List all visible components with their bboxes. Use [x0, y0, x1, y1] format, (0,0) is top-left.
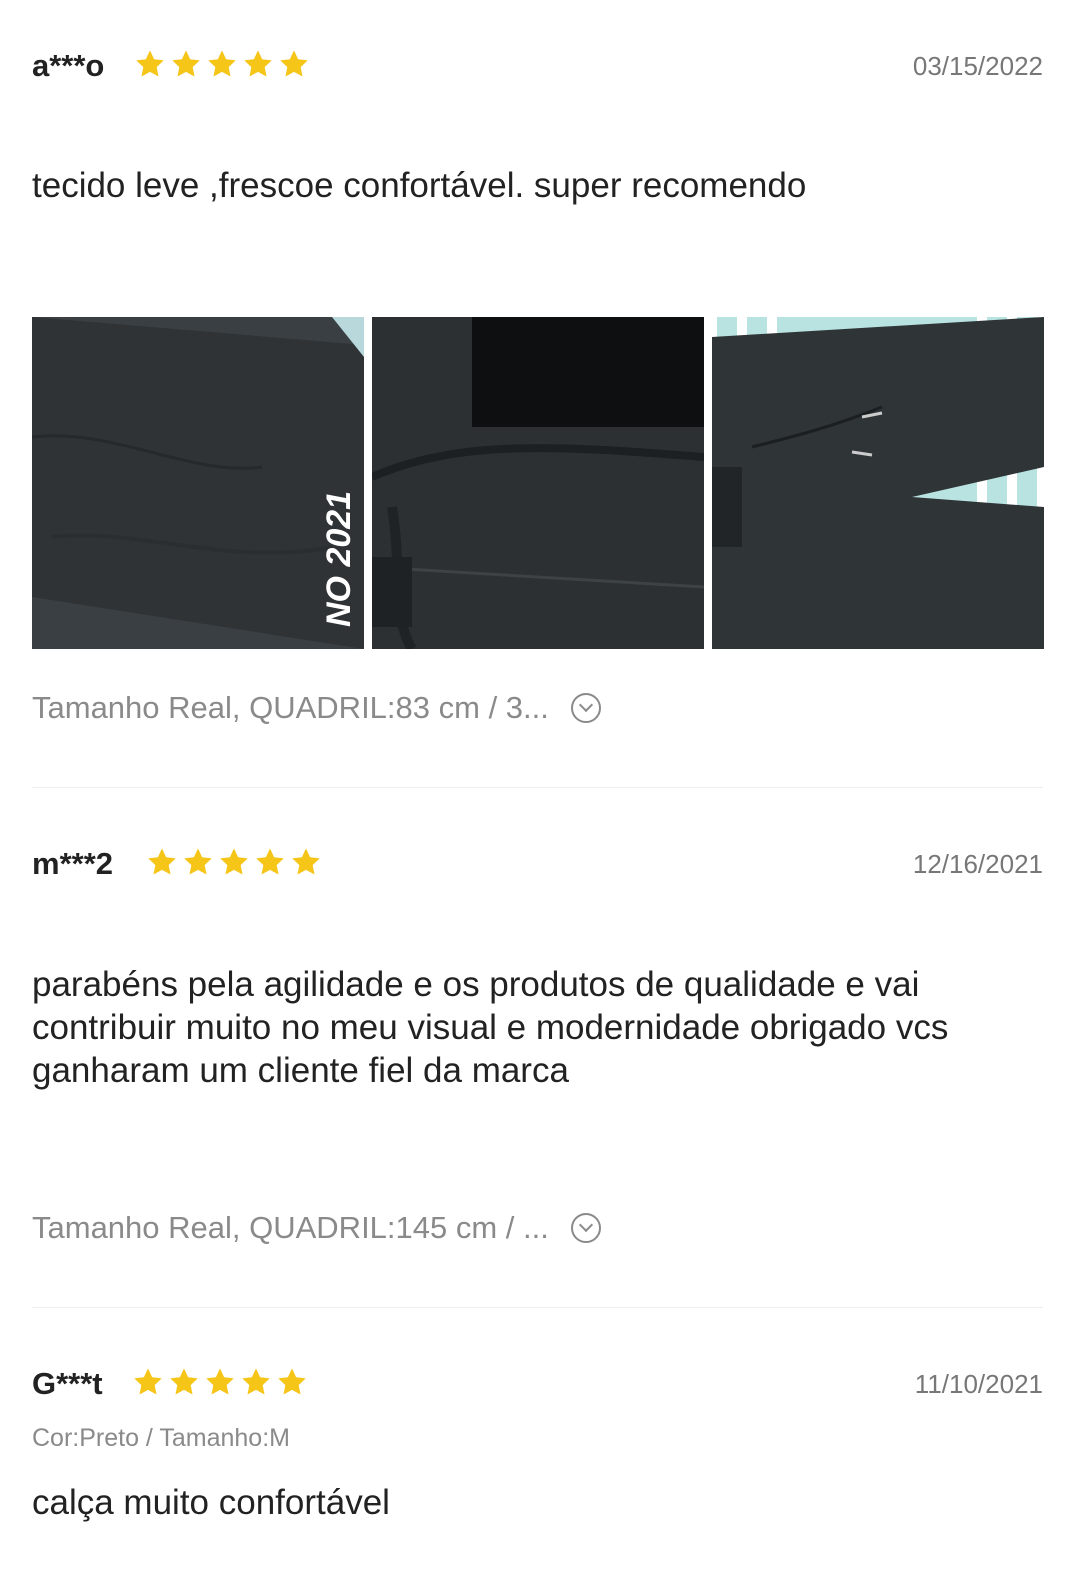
photo-image — [372, 317, 704, 649]
size-info[interactable]: Tamanho Real, QUADRIL:83 cm / 3... — [32, 688, 601, 728]
star-icon — [170, 48, 202, 80]
review-photo[interactable] — [712, 317, 1044, 649]
size-text: Tamanho Real, QUADRIL:83 cm / 3... — [32, 690, 549, 725]
photo-image: NO 2021 — [32, 317, 364, 649]
review-card: m***2 12/16/2021 parabéns pela agilidade… — [32, 844, 1043, 1264]
review-date: 12/16/2021 — [912, 849, 1043, 879]
rating-stars — [134, 48, 310, 84]
review-text: calça muito confortável — [32, 1483, 390, 1522]
reviewer-name: a***o — [32, 48, 105, 83]
star-icon — [290, 846, 322, 878]
rating-stars — [132, 1366, 308, 1402]
size-text: Tamanho Real, QUADRIL:145 cm / ... — [32, 1210, 549, 1245]
rating-stars — [146, 846, 322, 882]
star-icon — [278, 48, 310, 80]
review-card: G***t 11/10/2021 Cor:Preto / Tamanho:M c… — [32, 1364, 1043, 1564]
reviewer-name: m***2 — [32, 846, 113, 881]
star-icon — [134, 48, 166, 80]
star-icon — [254, 846, 286, 878]
star-icon — [146, 846, 178, 878]
review-photo[interactable] — [372, 317, 704, 649]
review-date: 11/10/2021 — [914, 1369, 1043, 1399]
star-icon — [206, 48, 238, 80]
size-info[interactable]: Tamanho Real, QUADRIL:145 cm / ... — [32, 1208, 601, 1248]
review-text: parabéns pela agilidade e os produtos de… — [32, 965, 949, 1090]
review-text: tecido leve ,frescoe confortável. super … — [32, 166, 807, 205]
variant-info: Cor:Preto / Tamanho:M — [32, 1424, 290, 1452]
star-icon — [240, 1366, 272, 1398]
star-icon — [218, 846, 250, 878]
chevron-down-circle-icon[interactable] — [570, 693, 601, 723]
star-icon — [242, 48, 274, 80]
review-card: a***o 03/15/2022 tecido leve ,frescoe co… — [32, 46, 1044, 746]
review-photo[interactable]: NO 2021 — [32, 317, 364, 649]
star-icon — [182, 846, 214, 878]
star-icon — [276, 1366, 308, 1398]
star-icon — [168, 1366, 200, 1398]
review-date: 03/15/2022 — [912, 51, 1043, 81]
review-photos: NO 2021 — [32, 317, 1044, 649]
star-icon — [132, 1366, 164, 1398]
photo-image — [712, 317, 1044, 649]
chevron-down-circle-icon[interactable] — [570, 1213, 601, 1243]
reviewer-name: G***t — [32, 1366, 103, 1401]
photo-watermark: NO 2021 — [320, 491, 358, 627]
divider — [32, 1307, 1043, 1308]
star-icon — [204, 1366, 236, 1398]
divider — [32, 787, 1043, 788]
